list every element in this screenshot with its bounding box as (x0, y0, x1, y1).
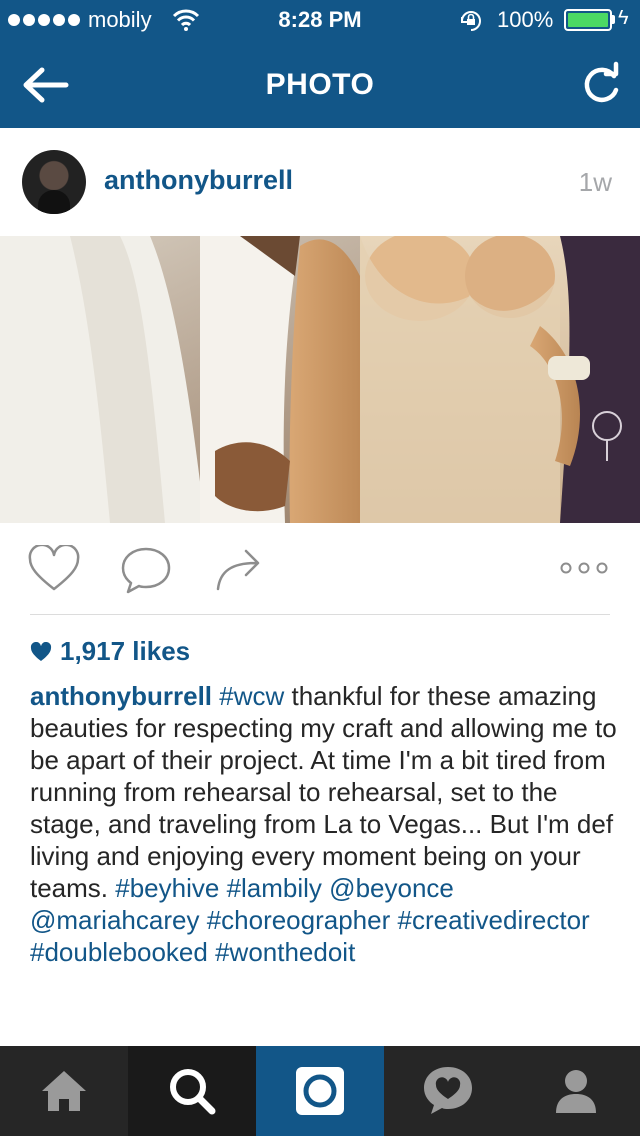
post-username[interactable]: anthonyburrell (104, 165, 293, 196)
tab-search[interactable] (128, 1046, 256, 1136)
post-header: anthonyburrell 1w (0, 128, 640, 236)
refresh-icon[interactable] (576, 60, 626, 110)
tab-bar (0, 1046, 640, 1136)
heart-filled-icon (30, 641, 52, 661)
caption-username[interactable]: anthonyburrell (30, 681, 212, 711)
likes-count[interactable]: 1,917 likes (30, 636, 190, 667)
caption-segment (219, 873, 226, 903)
battery-icon (564, 9, 612, 31)
caption-tag[interactable]: #doublebooked (30, 937, 208, 967)
likes-label: 1,917 likes (60, 636, 191, 666)
tab-camera[interactable] (256, 1046, 384, 1136)
search-icon (170, 1069, 216, 1115)
caption-tag[interactable]: #choreographer (207, 905, 391, 935)
profile-icon (556, 1070, 596, 1113)
caption-segment (208, 937, 215, 967)
page-title: PHOTO (265, 68, 375, 101)
divider (30, 614, 610, 615)
home-icon (42, 1071, 86, 1111)
comment-bubble-icon[interactable] (118, 545, 174, 595)
rotation-lock-icon (461, 11, 481, 31)
caption-tag[interactable]: @mariahcarey (30, 905, 199, 935)
avatar[interactable] (22, 150, 86, 214)
caption-tag[interactable]: #wcw (219, 681, 284, 711)
tab-home[interactable] (0, 1046, 128, 1136)
bolt-icon: ϟ (618, 7, 629, 29)
caption-text: #wcw thankful for these amazing beauties… (30, 681, 617, 967)
activity-heart-icon (424, 1067, 472, 1114)
more-dots-icon[interactable] (554, 553, 614, 583)
caption-segment: thankful for these amazing beauties for … (30, 681, 617, 903)
battery-percent: 100% (497, 7, 554, 32)
heart-outline-icon[interactable] (26, 545, 82, 595)
caption-segment (390, 905, 397, 935)
tab-activity[interactable] (384, 1046, 512, 1136)
caption-tag[interactable]: #lambily (227, 873, 322, 903)
caption-tag[interactable]: #wonthedoit (215, 937, 355, 967)
tab-profile[interactable] (512, 1046, 640, 1136)
share-arrow-icon[interactable] (212, 545, 268, 595)
post-photo[interactable] (0, 236, 640, 523)
top-bar: mobily 8:28 PM 100% ϟ PHOTO (0, 0, 640, 128)
caption-tag[interactable]: @beyonce (329, 873, 454, 903)
caption-tag[interactable]: #creativedirector (398, 905, 590, 935)
status-bar: mobily 8:28 PM 100% ϟ (0, 0, 640, 40)
post-time: 1w (578, 167, 612, 197)
post-caption: anthonyburrell #wcw thankful for these a… (30, 680, 618, 968)
caption-tag[interactable]: #beyhive (115, 873, 219, 903)
action-bar (0, 523, 640, 615)
caption-segment (199, 905, 206, 935)
camera-icon (296, 1067, 344, 1115)
